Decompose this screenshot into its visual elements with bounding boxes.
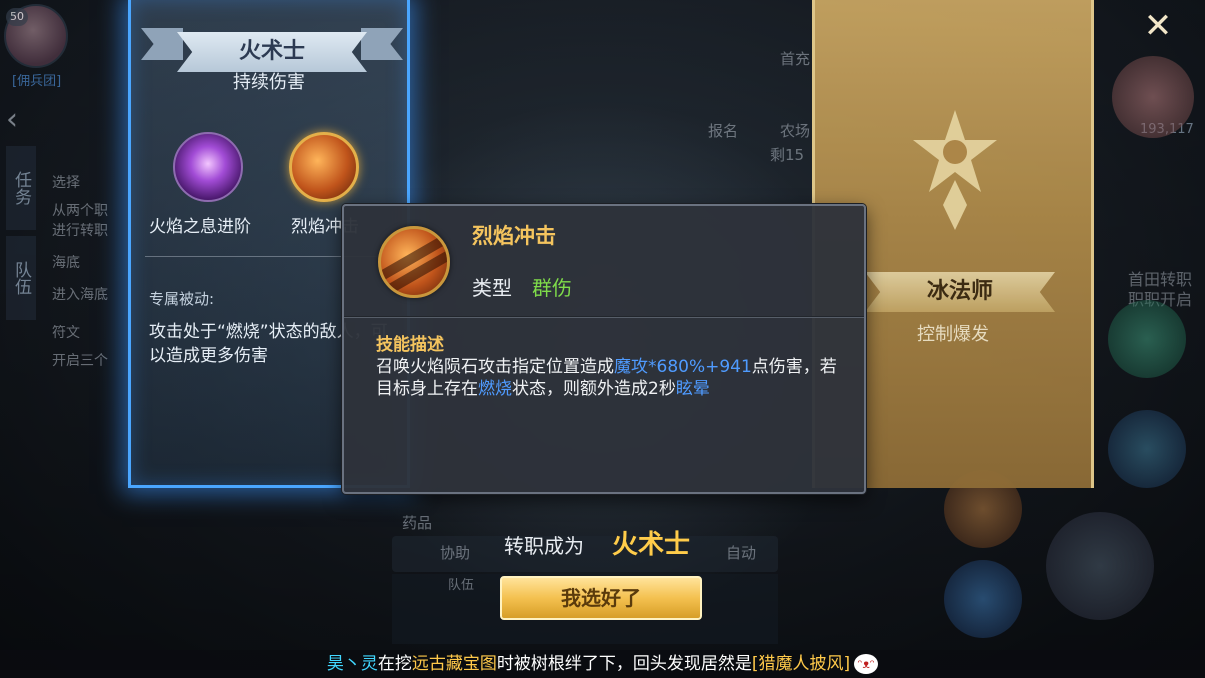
passive-title: 专属被动: xyxy=(149,290,215,308)
confirm-button[interactable]: 我选好了 xyxy=(500,576,702,620)
skill-description: 召唤火焰陨石攻击指定位置造成魔攻*680%+941点伤害，若目标身上存在燃烧状态… xyxy=(376,356,846,400)
quest-line: 从两个职 xyxy=(52,203,108,219)
skill-slot-icon xyxy=(1108,300,1186,378)
class-title-ribbon: 火术士 xyxy=(141,14,403,72)
ticker-place: 远古藏宝图 xyxy=(411,654,497,674)
fire-meteor-skill-icon xyxy=(378,226,450,298)
quest-line: 符文 xyxy=(52,325,80,341)
skill-label: 火焰之息进阶 xyxy=(149,217,251,237)
quest-line: 选择 xyxy=(52,175,80,191)
tab-team: 队伍 xyxy=(6,236,36,320)
ticker-text: 时被树根绊了下，回头发现居然是 xyxy=(496,654,752,674)
laugh-emoji-icon: ᵔᴥᵔ xyxy=(854,654,879,674)
system-ticker: 昊丶灵在挖远古藏宝图时被树根绊了下，回头发现居然是[猎魔人披风] ᵔᴥᵔ xyxy=(0,650,1205,678)
farm-timer: 剩15 xyxy=(770,146,805,164)
ticker-text: 在挖 xyxy=(377,654,412,674)
ribbon-tail-left xyxy=(141,28,183,60)
farm-label: 农场 xyxy=(780,122,811,140)
boss-avatar xyxy=(1112,56,1194,138)
ticker-player[interactable]: 昊丶灵 xyxy=(327,654,378,674)
class-title: 火术士 xyxy=(177,32,367,72)
quest-line: 进入海底 xyxy=(52,287,108,303)
fire-meteor-orb-icon[interactable] xyxy=(289,132,359,202)
purple-flame-orb-icon[interactable] xyxy=(173,132,243,202)
skill-type-label: 类型 xyxy=(472,276,512,300)
attack-button-icon xyxy=(1046,512,1154,620)
quest-line: 开启三个 xyxy=(52,353,108,369)
player-level: 50 xyxy=(6,8,28,26)
first-recharge-label: 首充 xyxy=(780,50,811,68)
skill-type-value: 群伤 xyxy=(532,276,572,300)
chat-channel-team: 队伍 xyxy=(448,578,475,593)
desc-text: 召唤火焰陨石攻击指定位置造成 xyxy=(376,357,614,377)
divider xyxy=(344,316,864,318)
desc-highlight-burn: 燃烧 xyxy=(478,379,512,399)
ribbon-tail-right xyxy=(361,28,403,60)
guild-tag: [佣兵团] xyxy=(12,74,62,89)
class-title: 冰法师 xyxy=(865,272,1055,312)
skill-name: 烈焰冲击 xyxy=(472,224,556,248)
ticker-item[interactable]: [猎魔人披风] xyxy=(752,654,850,674)
assist-label: 协助 xyxy=(440,544,471,562)
desc-highlight-stun: 眩晕 xyxy=(675,379,710,399)
back-arrow-icon: ‹ xyxy=(6,102,18,137)
skill-slot-icon xyxy=(1108,410,1186,488)
skill-tooltip: 烈焰冲击 类型 群伤 技能描述 召唤火焰陨石攻击指定位置造成魔攻*680%+94… xyxy=(342,204,866,494)
desc-text: 状态，则额外造成2秒 xyxy=(512,379,676,399)
class-subtitle: 持续伤害 xyxy=(233,72,305,93)
auto-label: 自动 xyxy=(726,544,757,562)
tab-quests: 任务 xyxy=(6,146,36,230)
transfer-class-name: 火术士 xyxy=(612,530,691,560)
desc-highlight-damage: 魔攻*680%+941 xyxy=(614,357,752,377)
quest-line: 进行转职 xyxy=(52,223,108,239)
potion-label: 药品 xyxy=(402,514,433,532)
transfer-label: 转职成为 xyxy=(504,534,584,558)
skill-description-title: 技能描述 xyxy=(376,335,444,355)
frost-emblem-icon xyxy=(913,110,997,230)
skill-slot-icon xyxy=(944,560,1022,638)
quest-line: 海底 xyxy=(52,255,80,271)
signup-label: 报名 xyxy=(708,122,739,140)
close-icon[interactable]: ✕ xyxy=(1136,8,1180,44)
